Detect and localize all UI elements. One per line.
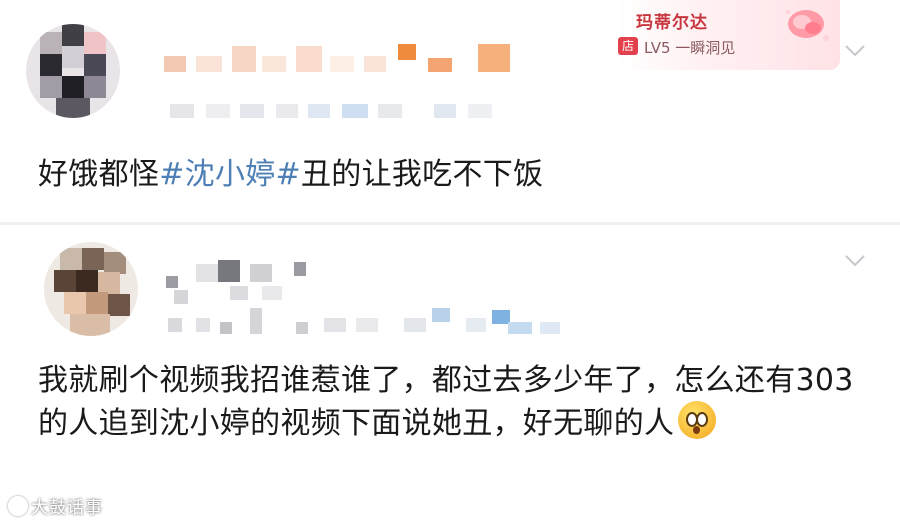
user-avatar[interactable]	[44, 242, 138, 336]
hashtag-link[interactable]: #沈小婷#	[159, 157, 301, 192]
comment-text-after: 丑的让我吃不下饭	[300, 157, 544, 192]
user-avatar[interactable]	[26, 24, 120, 118]
chevron-down-icon[interactable]	[844, 254, 866, 268]
watermark: 大鼓话事	[8, 493, 103, 518]
flushed-face-icon	[678, 401, 717, 439]
user-badge[interactable]: 玛蒂尔达 店 LV5 一瞬洞见	[618, 0, 840, 70]
divider	[0, 222, 900, 225]
comment-body: 我就刷个视频我招谁惹谁了，都过去多少年了，怎么还有303的人追到沈小婷的视频下面…	[38, 363, 854, 441]
badge-tag: 店	[618, 37, 638, 55]
comment-item: 玛蒂尔达 店 LV5 一瞬洞见 好饿都怪#沈小婷#丑的让我吃不下饭	[0, 0, 900, 224]
badge-level: LV5 一瞬洞见	[644, 39, 736, 57]
watermark-icon	[8, 496, 28, 516]
comment-text: 我就刷个视频我招谁惹谁了，都过去多少年了，怎么还有303的人追到沈小婷的视频下面…	[38, 361, 868, 444]
comment-text-before: 好饿都怪	[38, 157, 160, 192]
chevron-down-icon[interactable]	[844, 44, 866, 58]
badge-name: 玛蒂尔达	[636, 13, 708, 33]
flower-icon	[786, 10, 829, 41]
comment-item: 我就刷个视频我招谁惹谁了，都过去多少年了，怎么还有303的人追到沈小婷的视频下面…	[0, 226, 900, 524]
comment-text: 好饿都怪#沈小婷#丑的让我吃不下饭	[38, 155, 543, 195]
watermark-text: 大鼓话事	[31, 498, 103, 518]
